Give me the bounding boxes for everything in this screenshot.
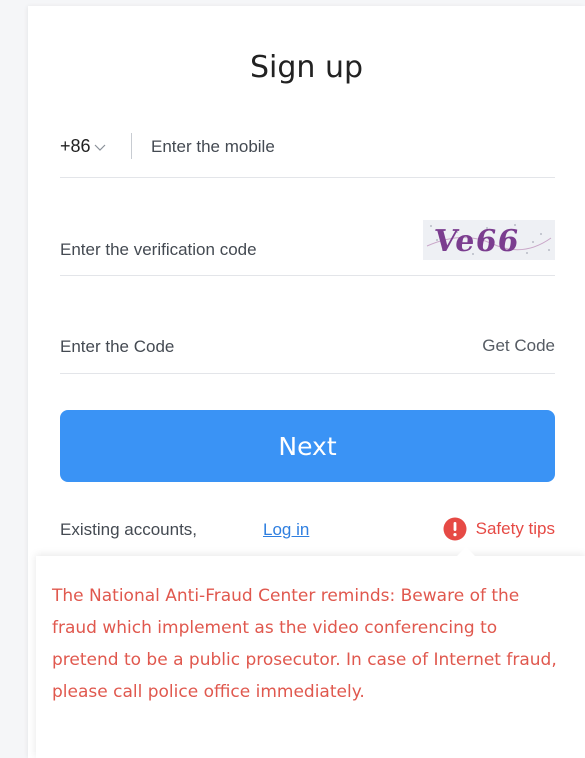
- mobile-input[interactable]: [151, 136, 531, 158]
- chevron-down-icon: [94, 144, 105, 151]
- exclamation-circle-icon: [443, 517, 467, 541]
- signup-card: Sign up +86 Ve66 Get Code Next: [28, 6, 585, 758]
- code-field-row: Get Code: [60, 314, 555, 374]
- existing-accounts-label: Existing accounts,: [60, 520, 198, 539]
- safety-tips-message: The National Anti-Fraud Center reminds: …: [52, 586, 557, 702]
- captcha-image[interactable]: Ve66: [423, 220, 555, 260]
- captcha-text: Ve66: [431, 224, 522, 259]
- footer-row: Existing accounts, Log in Safety tips: [60, 516, 555, 544]
- country-code-selector[interactable]: +86: [60, 136, 107, 157]
- country-code-divider: [131, 133, 132, 159]
- get-code-button[interactable]: Get Code: [482, 336, 555, 356]
- verification-code-input[interactable]: [60, 239, 400, 261]
- sms-code-input[interactable]: [60, 336, 420, 358]
- country-code-value: +86: [60, 136, 91, 156]
- safety-tips-label: Safety tips: [475, 519, 555, 538]
- safety-tips-popover: The National Anti-Fraud Center reminds: …: [36, 547, 585, 758]
- mobile-field-row: +86: [60, 118, 555, 178]
- page-title: Sign up: [249, 50, 364, 85]
- popover-caret: [457, 547, 475, 556]
- next-button[interactable]: Next: [60, 410, 555, 482]
- safety-tips-button[interactable]: Safety tips: [443, 517, 555, 541]
- verification-field-row: Ve66: [60, 214, 555, 276]
- login-link[interactable]: Log in: [263, 520, 309, 540]
